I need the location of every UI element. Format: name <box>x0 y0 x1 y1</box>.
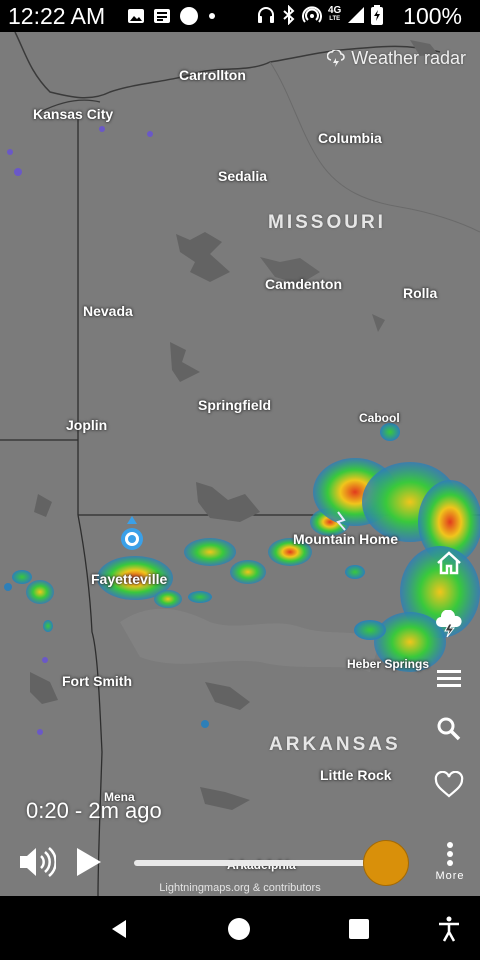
city-kansas-city: Kansas City <box>33 106 114 122</box>
nav-recents-button[interactable] <box>344 914 374 944</box>
heart-icon <box>434 771 464 798</box>
back-icon <box>112 920 126 938</box>
city-carrollton: Carrollton <box>179 67 246 83</box>
city-columbia: Columbia <box>318 130 382 146</box>
city-cabool: Cabool <box>359 411 400 425</box>
signal-icon <box>347 6 365 24</box>
more-dots-icon <box>432 842 468 866</box>
home-circle-icon <box>228 918 250 940</box>
weather-radar-label[interactable]: Weather radar <box>327 48 466 69</box>
image-icon <box>127 8 145 24</box>
news-icon <box>153 8 171 24</box>
city-fayetteville: Fayetteville <box>91 571 168 587</box>
recents-icon <box>349 919 369 939</box>
city-camdenton: Camdenton <box>265 276 342 292</box>
navigation-bar <box>0 896 480 960</box>
search-button[interactable] <box>434 714 464 744</box>
more-label: More <box>435 870 465 882</box>
circle-notification-icon <box>179 6 199 26</box>
hotspot-icon <box>302 5 322 25</box>
4g-lte-icon: 4G LTE <box>328 5 342 23</box>
accessibility-icon <box>439 916 459 942</box>
city-fort-smith: Fort Smith <box>62 673 132 689</box>
city-heber-springs: Heber Springs <box>347 657 430 671</box>
status-time: 12:22 AM <box>8 3 106 29</box>
home-button[interactable] <box>434 548 464 578</box>
home-icon <box>437 551 461 575</box>
timeline-slider[interactable] <box>134 860 384 866</box>
city-rolla: Rolla <box>403 285 438 301</box>
city-mountain-home: Mountain Home <box>293 531 398 547</box>
weather-radar-text: Weather radar <box>351 48 466 68</box>
search-icon <box>437 717 461 741</box>
playback-timestamp: 0:20 - 2m ago <box>26 798 162 823</box>
cloud-lightning-icon <box>327 49 345 67</box>
city-springfield: Springfield <box>198 397 272 413</box>
lightning-button[interactable] <box>434 609 464 639</box>
city-joplin: Joplin <box>66 417 108 433</box>
play-icon[interactable] <box>74 846 104 878</box>
city-nevada: Nevada <box>83 303 133 319</box>
volume-icon[interactable] <box>18 844 56 880</box>
radar-map[interactable]: Weather radar Carrollton Kansas City Col… <box>0 32 480 896</box>
dot-icon <box>207 11 217 21</box>
state-missouri: MISSOURI <box>268 212 386 233</box>
battery-percent: 100% <box>403 3 462 29</box>
timeline-slider-handle[interactable] <box>363 840 409 886</box>
nav-accessibility-button[interactable] <box>434 914 464 944</box>
status-bar: 12:22 AM 4G LTE 100% <box>0 0 480 32</box>
battery-icon <box>371 5 384 25</box>
map-attribution[interactable]: Lightningmaps.org & contributors <box>0 882 480 894</box>
city-sedalia: Sedalia <box>218 168 268 184</box>
menu-button[interactable] <box>434 663 464 693</box>
favorite-button[interactable] <box>434 770 464 800</box>
lightning-cloud-icon <box>436 610 462 638</box>
nav-back-button[interactable] <box>104 914 134 944</box>
menu-icon <box>437 670 461 687</box>
current-location-icon[interactable] <box>119 516 145 552</box>
nav-home-button[interactable] <box>224 914 254 944</box>
bluetooth-icon <box>282 5 296 25</box>
map-base-layer <box>0 32 480 896</box>
state-arkansas: ARKANSAS <box>269 734 401 755</box>
headphones-icon <box>256 5 276 25</box>
city-little-rock: Little Rock <box>320 767 392 783</box>
